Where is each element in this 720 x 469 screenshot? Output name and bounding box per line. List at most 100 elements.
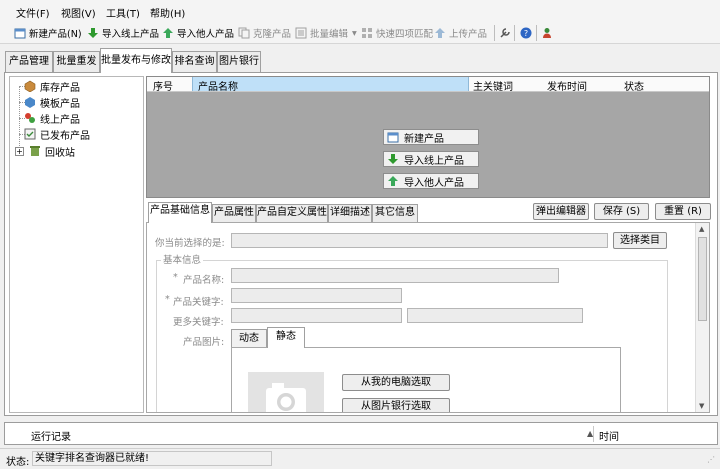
help-icon: ?	[520, 27, 532, 39]
menu-tools[interactable]: 工具(T)	[106, 5, 140, 20]
select-category-button[interactable]: 选择类目	[613, 232, 667, 249]
svg-text:?: ?	[524, 29, 528, 38]
new-product-button[interactable]: 新建产品(N)	[14, 25, 82, 41]
more-keywords-label: 更多关键字:	[173, 317, 224, 328]
product-keyword-input[interactable]	[231, 288, 402, 303]
product-keyword-label: 产品关键字:	[173, 297, 224, 308]
image-tab-static[interactable]: 静态	[267, 327, 305, 348]
tree-expander-plus-icon[interactable]: +	[15, 147, 24, 156]
pick-from-bank-button[interactable]: 从图片银行选取	[342, 398, 450, 412]
menu-bar: 文件(F) 视图(V) 工具(T) 帮助(H)	[0, 0, 720, 22]
popup-editor-button[interactable]: 弹出编辑器	[533, 203, 589, 220]
tab-product-management[interactable]: 产品管理	[5, 51, 53, 72]
batch-edit-button[interactable]: 批量编辑 ▾	[295, 25, 357, 41]
grid-import-others-button[interactable]: 导入他人产品	[383, 173, 479, 189]
new-document-icon	[387, 132, 399, 143]
col-publish-time[interactable]: 发布时间	[547, 78, 587, 93]
upload-product-button[interactable]: 上传产品	[434, 25, 487, 41]
scrollbar-thumb[interactable]	[698, 237, 707, 321]
menu-file[interactable]: 文件(F)	[16, 5, 50, 20]
image-placeholder	[248, 372, 324, 412]
import-others-label: 导入他人产品	[177, 29, 235, 40]
tree-item-label: 线上产品	[40, 114, 80, 126]
clone-product-button[interactable]: 克隆产品	[238, 25, 291, 41]
upload-arrow-icon	[163, 28, 173, 38]
batch-edit-label: 批量编辑	[310, 29, 349, 40]
published-icon	[24, 128, 36, 140]
grid-button-label: 新建产品	[404, 133, 444, 145]
tab-basic-info[interactable]: 产品基础信息	[148, 202, 212, 223]
pick-from-pc-button[interactable]: 从我的电脑选取	[342, 374, 450, 391]
import-others-button[interactable]: 导入他人产品	[162, 25, 234, 41]
tab-image-bank[interactable]: 图片银行	[217, 51, 261, 72]
grid-new-product-button[interactable]: 新建产品	[383, 129, 479, 145]
tab-batch-publish[interactable]: 批量发布与修改	[100, 48, 172, 73]
recycle-bin-icon	[30, 146, 40, 156]
col-index[interactable]: 序号	[153, 78, 173, 93]
grid-icon	[362, 28, 372, 38]
user-button[interactable]	[542, 25, 557, 41]
toolbar-separator	[536, 25, 537, 41]
more-keyword-input-2[interactable]	[407, 308, 583, 323]
import-online-button[interactable]: 导入线上产品	[87, 25, 159, 41]
scroll-down-icon[interactable]: ▼	[699, 402, 704, 410]
upload-product-label: 上传产品	[449, 29, 488, 40]
product-name-label: 产品名称:	[183, 275, 225, 286]
tab-rank-query[interactable]: 排名查询	[172, 51, 217, 72]
user-icon	[543, 28, 551, 38]
tree-item-online[interactable]: 线上产品	[24, 110, 80, 126]
basic-info-form: 你当前选择的是: 选择类目 基本信息 * 产品名称: * 产品关键字: 更多关键…	[146, 222, 710, 413]
col-product-name[interactable]: 产品名称	[198, 78, 238, 93]
save-button[interactable]: 保存 (S)	[594, 203, 649, 220]
tree-item-label: 库存产品	[40, 82, 80, 94]
help-button[interactable]: ?	[520, 25, 535, 41]
menu-help[interactable]: 帮助(H)	[150, 5, 185, 20]
required-mark: *	[165, 294, 170, 305]
tab-description[interactable]: 详细描述	[328, 204, 372, 222]
scroll-up-icon[interactable]: ▲	[699, 225, 704, 233]
required-mark: *	[173, 272, 178, 283]
toolbar-separator	[494, 25, 495, 41]
status-bar: 状态: 关键字排名查询器已就绪! ⋰	[0, 448, 720, 469]
more-keyword-input-1[interactable]	[231, 308, 402, 323]
tree-item-label: 回收站	[45, 147, 75, 159]
tree-guide-line	[19, 86, 20, 152]
tools-button[interactable]	[499, 25, 514, 41]
quick-match-button[interactable]: 快速四项匹配	[361, 25, 433, 41]
status-label: 状态:	[6, 457, 30, 468]
tab-attributes[interactable]: 产品属性	[212, 204, 256, 222]
main-tabs: 产品管理 批量重发 批量发布与修改 排名查询 图片银行	[0, 46, 720, 73]
product-grid: 序号 产品名称 主关键词 发布时间 状态 新建产品 导入线上产品 导入他人产品	[146, 76, 710, 198]
category-tree: 库存产品 模板产品 线上产品 已发布产品 + 回收站	[9, 76, 144, 413]
tab-other-info[interactable]: 其它信息	[372, 204, 418, 222]
batch-edit-icon	[295, 27, 307, 39]
tree-item-label: 模板产品	[40, 98, 80, 110]
run-log-panel: 运行记录 ▲ 时间	[4, 422, 718, 445]
image-panel: 从我的电脑选取 从图片银行选取	[231, 347, 621, 412]
upload-arrow-icon	[388, 176, 398, 186]
toolbar-separator	[514, 25, 515, 41]
col-main-keyword[interactable]: 主关键词	[473, 78, 513, 93]
tree-item-published[interactable]: 已发布产品	[24, 126, 90, 142]
template-icon	[25, 97, 35, 108]
tree-item-recycle[interactable]: 回收站	[29, 143, 75, 159]
menu-view[interactable]: 视图(V)	[61, 5, 96, 20]
reset-button[interactable]: 重置 (R)	[655, 203, 711, 220]
clone-product-label: 克隆产品	[253, 29, 292, 40]
column-divider	[593, 426, 594, 442]
vertical-scrollbar[interactable]: ▲ ▼	[695, 223, 709, 412]
import-online-label: 导入线上产品	[102, 29, 160, 40]
col-status[interactable]: 状态	[624, 78, 644, 93]
tab-custom-attributes[interactable]: 产品自定义属性	[256, 204, 328, 222]
grid-button-label: 导入他人产品	[404, 177, 464, 189]
product-name-input[interactable]	[231, 268, 559, 283]
run-log-time-column[interactable]: 时间	[599, 428, 619, 443]
chevron-down-icon: ▾	[352, 27, 357, 39]
tree-item-template[interactable]: 模板产品	[24, 94, 80, 110]
image-tab-dynamic[interactable]: 动态	[231, 329, 267, 348]
tab-batch-repost[interactable]: 批量重发	[53, 51, 100, 72]
resize-grip-icon[interactable]: ⋰	[707, 455, 715, 464]
tree-item-stock[interactable]: 库存产品	[24, 78, 80, 94]
grid-import-online-button[interactable]: 导入线上产品	[383, 151, 479, 167]
status-message: 关键字排名查询器已就绪!	[32, 451, 272, 466]
